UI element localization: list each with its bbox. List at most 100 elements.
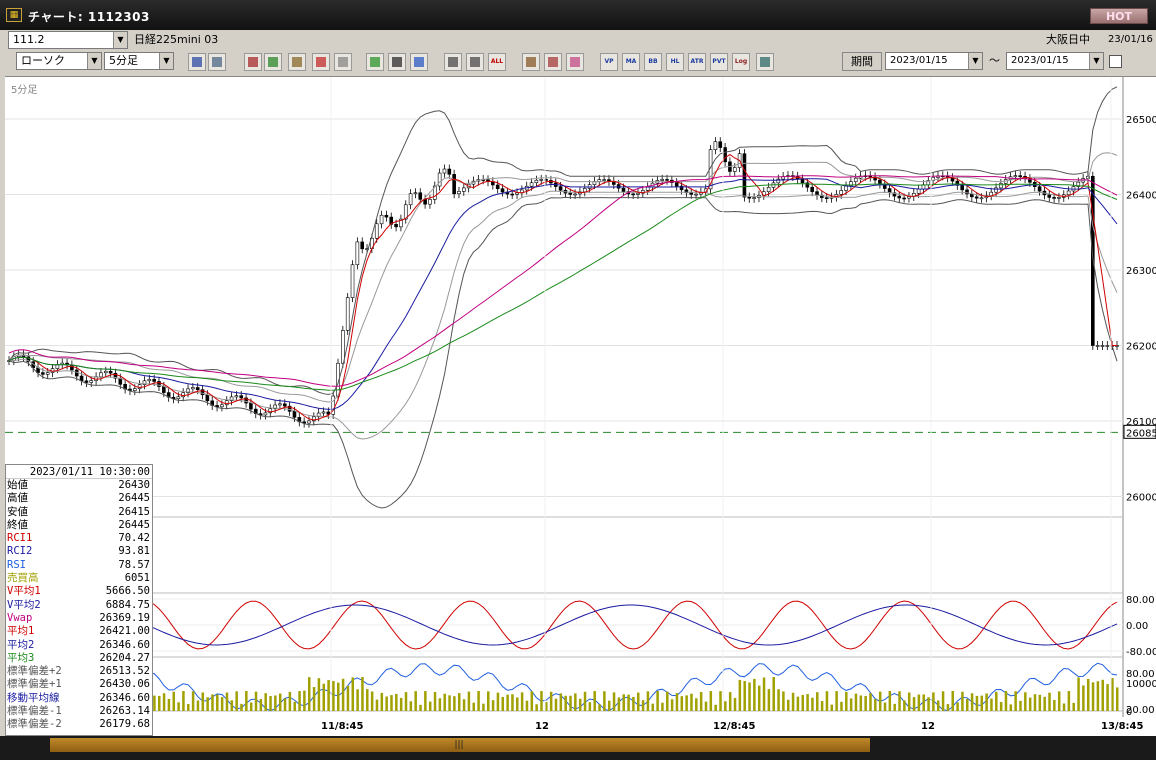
period-checkbox[interactable] [1109, 55, 1122, 68]
volume-bar [482, 703, 485, 711]
calendar-icon[interactable]: ▼ [1089, 53, 1103, 69]
volume-bar [917, 694, 921, 711]
zoom-icon[interactable] [264, 53, 282, 71]
data-window-row-name: 標準偏差-1 [7, 705, 62, 718]
volume-bar [695, 698, 698, 711]
ma-icon[interactable]: MA [622, 53, 640, 71]
data-window-row-name: Vwap [7, 611, 33, 624]
period-button[interactable]: 期間 [842, 52, 882, 71]
volume-bar [477, 691, 480, 711]
volume-bar [559, 693, 563, 711]
candle-body [374, 223, 379, 239]
chart-area[interactable]: 5分足 26500 26400 26300 26200 26100 26000 26085 80… [5, 76, 1156, 736]
candle-body [902, 197, 906, 200]
price-tick-label: 26400 [1126, 191, 1156, 202]
date-from-picker[interactable]: 2023/01/15 ▼ [885, 52, 983, 70]
compare-icon[interactable] [444, 53, 462, 71]
chart-svg[interactable]: 5分足2650026400263002620026100260002608580… [5, 77, 1156, 737]
volume-bar [428, 701, 432, 711]
volume-bar [525, 700, 529, 711]
data-window-row-name: RSI [7, 558, 26, 571]
volume-bar [883, 702, 887, 711]
volume-bar [167, 698, 171, 711]
candle-body [694, 193, 698, 196]
data-window-row: V平均1 5666.50 [6, 585, 152, 598]
vp-icon[interactable]: VP [600, 53, 618, 71]
volume-bar [728, 692, 732, 711]
settings-icon[interactable] [522, 53, 540, 71]
line-draw-icon[interactable] [366, 53, 384, 71]
chevron-down-icon[interactable]: ▼ [113, 32, 127, 48]
volume-bar [288, 691, 292, 711]
candle-body [282, 403, 287, 407]
volume-bar [845, 691, 848, 711]
candle-body [1091, 175, 1095, 346]
volume-bar [603, 691, 606, 711]
data-window-row: 標準偏差-2 26179.68 [6, 718, 152, 731]
volume-bar [753, 678, 756, 711]
hl-icon[interactable]: HL [666, 53, 684, 71]
chevron-down-icon[interactable]: ▼ [159, 53, 173, 69]
volume-bar [1082, 685, 1085, 711]
range-tilde: 〜 [989, 54, 1000, 67]
palette-icon[interactable] [566, 53, 584, 71]
volume-bar [690, 693, 693, 711]
pointer-icon[interactable] [388, 53, 406, 71]
volume-bar [583, 691, 587, 711]
candle-body [844, 185, 848, 191]
data-window-row-value: 6051 [124, 572, 150, 585]
date-to-picker[interactable]: 2023/01/15 ▼ [1006, 52, 1104, 70]
chart-type-select[interactable]: ローソク ▼ [16, 52, 102, 70]
all-icon[interactable]: ALL [488, 53, 506, 71]
data-window-row-name: 始値 [7, 479, 28, 491]
interval-select[interactable]: 5分足 ▼ [104, 52, 174, 70]
volume-bar [627, 694, 630, 711]
volume-bar [772, 677, 775, 711]
volume-bar [835, 691, 838, 711]
volume-bar [786, 699, 790, 711]
erase-icon[interactable] [410, 53, 428, 71]
data-window: 2023/01/11 10:30:00 始値 26430 高値 26445 安値 2641… [5, 464, 153, 736]
volume-bar [530, 691, 534, 711]
scroll-bar[interactable]: ||| [0, 736, 1156, 760]
magnify-icon[interactable] [188, 53, 206, 71]
bar-icon[interactable] [288, 53, 306, 71]
candle-body [800, 178, 805, 184]
candle-icon[interactable] [312, 53, 330, 71]
volume-bar [685, 695, 688, 711]
data-window-row: 標準偏差+2 26513.52 [6, 665, 152, 678]
tool-icon[interactable] [544, 53, 562, 71]
volume-bar [249, 702, 253, 711]
hot-button[interactable]: HOT [1090, 8, 1148, 24]
volume-bar [496, 692, 500, 711]
rci-tick-label: 0.00 [1126, 621, 1148, 632]
candle-body [191, 387, 195, 390]
volume-bar [632, 696, 635, 711]
candle-body [195, 387, 200, 390]
compare2-icon[interactable] [466, 53, 484, 71]
crosshair-icon[interactable] [208, 53, 226, 71]
scroll-grip-icon[interactable]: ||| [454, 739, 464, 751]
candle-body [665, 179, 669, 181]
candle-body [853, 177, 858, 182]
candle-body [839, 190, 844, 195]
volume-bar [293, 701, 296, 711]
log-icon[interactable]: Log [732, 53, 750, 71]
chevron-down-icon[interactable]: ▼ [87, 53, 101, 69]
calendar-icon[interactable]: ▼ [968, 53, 982, 69]
lock-icon[interactable] [334, 53, 352, 71]
symbol-code-select[interactable]: 111.2 ▼ [8, 31, 128, 49]
volume-bar [622, 694, 625, 711]
bb-icon[interactable]: BB [644, 53, 662, 71]
symbol-name: 日経225mini 03 [134, 33, 219, 46]
ma2-line [8, 178, 1118, 410]
atr-icon[interactable]: ATR [688, 53, 706, 71]
export-icon[interactable] [756, 53, 774, 71]
volume-bar [375, 699, 379, 711]
volume-bar [932, 692, 935, 711]
volume-bar [322, 683, 325, 711]
indicator-icon[interactable] [244, 53, 262, 71]
candle-body [307, 420, 311, 424]
volume-bar [395, 693, 398, 711]
pvt-icon[interactable]: PVT [710, 53, 728, 71]
